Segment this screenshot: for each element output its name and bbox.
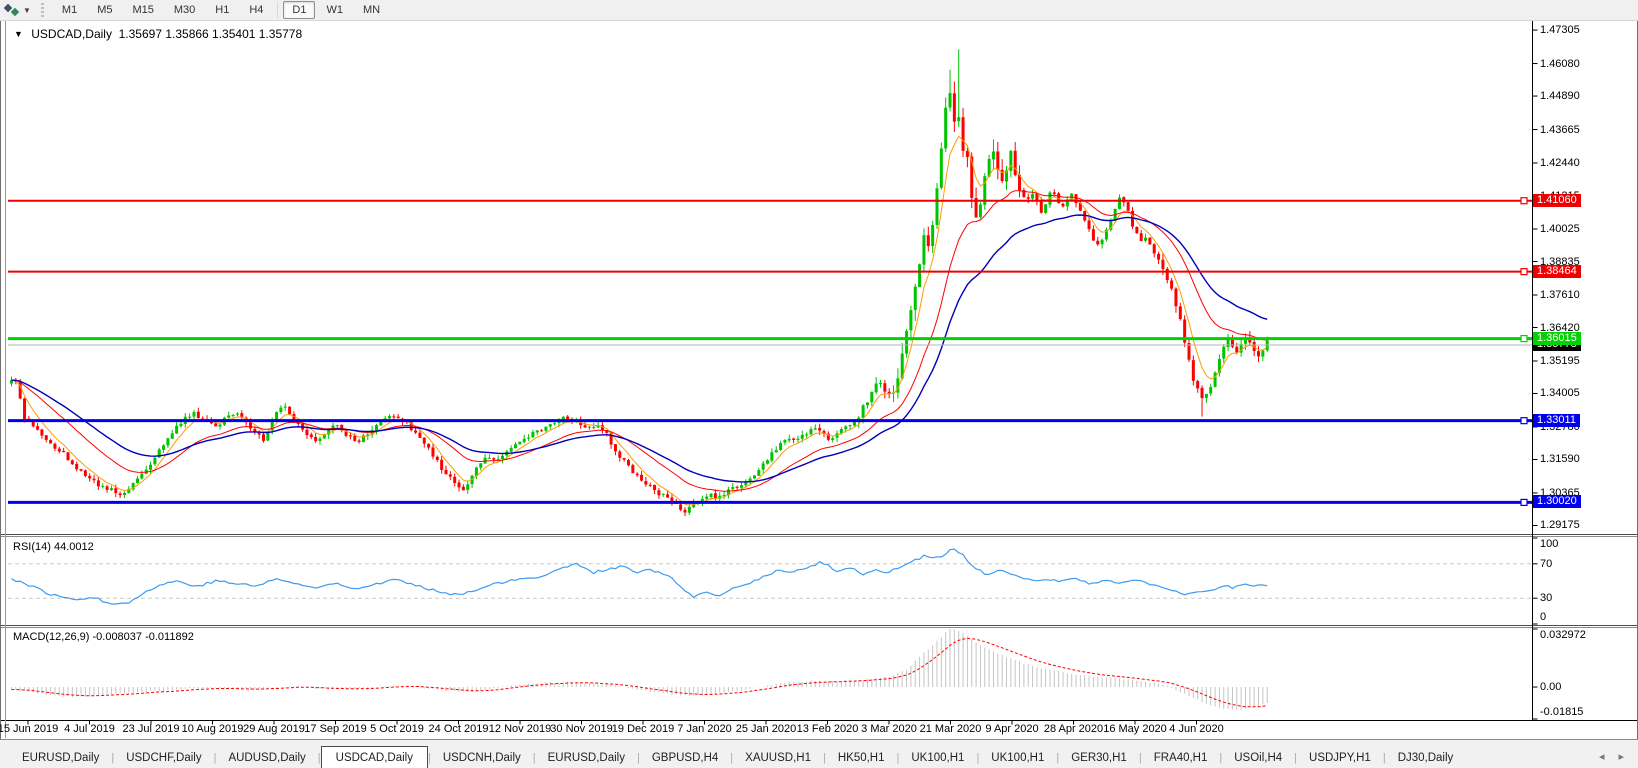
tab-scroll-buttons: ◂ ▸ [1599,750,1638,768]
chart-tab-audusd-daily[interactable]: AUDUSD,Daily [216,748,317,768]
chart-tab-xauusd-h1[interactable]: XAUUSD,H1 [733,748,823,768]
chart-tab-eurusd-daily[interactable]: EURUSD,Daily [10,748,111,768]
chart-tab-fra40-h1[interactable]: FRA40,H1 [1142,748,1220,768]
timeframe-button-h4[interactable]: H4 [240,1,272,19]
price-level-tag: 1.33011 [1533,413,1580,427]
x-axis-date-label: 7 Jan 2020 [677,723,732,735]
chart-symbol: USDCAD,Daily [31,27,112,41]
indicator-glyph [4,3,20,17]
timeframe-button-m30[interactable]: M30 [165,1,204,19]
y-axis-tick-label: 1.34005 [1540,387,1580,400]
timeframe-button-h1[interactable]: H1 [206,1,238,19]
timeframe-button-mn[interactable]: MN [354,1,389,19]
rsi-axis-label: 0 [1540,611,1547,623]
chart-tab-uk100-h1[interactable]: UK100,H1 [979,748,1056,768]
chart-ohlc-values: 1.35697 1.35866 1.35401 1.35778 [118,27,303,41]
rsi-axis-label: 30 [1540,592,1553,605]
rsi-value: 44.0012 [53,541,94,553]
chart-tab-dj30-daily[interactable]: DJ30,Daily [1386,748,1466,768]
macd-values: -0.008037 -0.011892 [92,631,194,643]
chevron-down-icon: ▼ [23,5,31,15]
price-level-tag: 1.30020 [1533,495,1581,509]
chart-tab-usdcnh-daily[interactable]: USDCNH,Daily [431,748,533,768]
chart-canvas[interactable] [0,0,1638,768]
y-axis-tick-label: 1.43665 [1540,123,1580,136]
x-axis-date-label: 29 Aug 2019 [243,723,305,735]
y-axis-tick-label: 1.46080 [1540,57,1580,70]
x-axis-date-label: 9 Apr 2020 [985,723,1039,735]
chart-tab-bar: EURUSD,Daily | USDCHF,Daily | AUDUSD,Daily | U… [0,739,1638,768]
chart-title: ▼ USDCAD,Daily 1.35697 1.35866 1.35401 1… [14,27,302,41]
collapse-triangle-icon: ▼ [14,29,23,39]
x-axis-date-label: 30 Nov 2019 [550,723,613,735]
chart-tab-usoil-h4[interactable]: USOil,H4 [1222,748,1294,768]
x-axis-date-label: 4 Jun 2020 [1169,723,1224,735]
rsi-axis-label: 100 [1540,538,1559,550]
tab-scroll-left-icon[interactable]: ◂ [1599,750,1605,763]
price-level-tag: 1.41060 [1533,193,1581,207]
y-axis-tick-label: 1.42440 [1540,157,1580,169]
x-axis-date-label: 13 Feb 2020 [796,723,859,735]
price-level-tag: 1.38464 [1533,264,1581,278]
chart-tab-hk50-h1[interactable]: HK50,H1 [826,748,897,768]
y-axis-tick-label: 1.44890 [1540,90,1580,103]
y-axis-tick-label: 1.29175 [1540,519,1580,532]
chart-tab-uk100-h1[interactable]: UK100,H1 [899,748,976,768]
x-axis-date-label: 12 Nov 2019 [488,723,552,735]
x-axis-date-label: 17 Sep 2019 [304,723,367,735]
x-axis-date-label: 3 Mar 2020 [861,723,917,735]
timeframe-buttons: M1 M5 M15 M30 H1 H4 D1 W1 MN [52,1,390,19]
indicators-icon[interactable]: ▼ [4,3,31,17]
timeframe-button-d1[interactable]: D1 [283,1,316,19]
rsi-indicator-label: RSI(14) 44.0012 [13,541,94,553]
y-axis-tick-label: 1.47305 [1540,24,1580,37]
toolbar-grip[interactable] [40,3,44,17]
x-axis-date-label: 10 Aug 2019 [181,723,244,735]
chart-tab-gbpusd-h4[interactable]: GBPUSD,H4 [640,748,730,768]
x-axis-date-label: 25 Jan 2020 [735,723,797,735]
macd-axis-label: 0.00 [1540,681,1562,694]
rsi-name: RSI(14) [13,541,51,553]
price-level-tag: 1.36015 [1533,331,1581,345]
macd-axis-label: 0.032972 [1540,629,1586,641]
x-axis-date-label: 28 Apr 2020 [1043,723,1104,735]
macd-axis-label: -0.01815 [1540,706,1584,718]
x-axis-date-label: 5 Oct 2019 [370,723,424,735]
chart-tab-ger30-h1[interactable]: GER30,H1 [1059,748,1139,768]
trading-platform-window: ▼ M1 M5 M15 M30 H1 H4 D1 W1 MN ▼ USDCAD,Daily 1.… [0,0,1638,768]
timeframe-button-m15[interactable]: M15 [123,1,162,19]
macd-indicator-label: MACD(12,26,9) -0.008037 -0.011892 [13,631,194,643]
x-axis-date-label: 24 Oct 2019 [428,723,489,735]
x-axis-date-label: 4 Jul 2019 [64,723,115,735]
y-axis-tick-label: 1.40025 [1540,222,1580,235]
timeframe-button-m1[interactable]: M1 [53,1,86,19]
chart-tab-usdcad-daily[interactable]: USDCAD,Daily [320,746,428,768]
chart-tab-usdchf-daily[interactable]: USDCHF,Daily [114,748,213,768]
chart-tabs: EURUSD,Daily | USDCHF,Daily | AUDUSD,Daily | U… [0,744,1599,768]
x-axis-date-label: 23 Jul 2019 [122,723,180,735]
rsi-axis-label: 70 [1540,557,1553,570]
x-axis-date-label: 21 Mar 2020 [919,723,982,735]
y-axis-tick-label: 1.31590 [1540,453,1580,466]
toolbar-separator [277,2,279,18]
tab-scroll-right-icon[interactable]: ▸ [1618,750,1624,763]
timeframe-toolbar: ▼ M1 M5 M15 M30 H1 H4 D1 W1 MN [0,0,1638,21]
x-axis-date-label: 16 May 2020 [1103,723,1167,735]
chart-tab-usdjpy-h1[interactable]: USDJPY,H1 [1297,748,1383,768]
chart-tab-eurusd-daily[interactable]: EURUSD,Daily [536,748,637,768]
y-axis-tick-label: 1.37610 [1540,288,1580,301]
macd-name: MACD(12,26,9) [13,631,90,643]
x-axis-date-label: 19 Dec 2019 [611,723,675,735]
y-axis-tick-label: 1.35195 [1540,354,1580,367]
timeframe-button-m5[interactable]: M5 [88,1,121,19]
x-axis-date-label: 15 Jun 2019 [0,723,59,735]
timeframe-button-w1[interactable]: W1 [317,1,352,19]
